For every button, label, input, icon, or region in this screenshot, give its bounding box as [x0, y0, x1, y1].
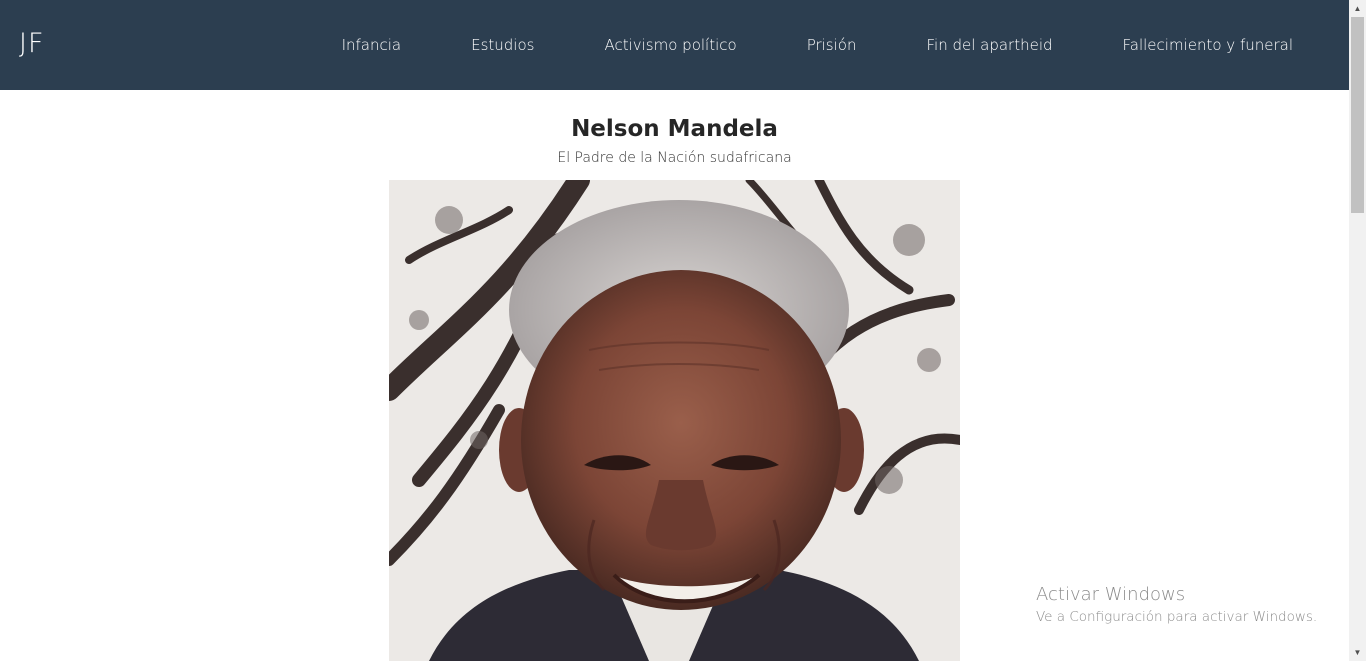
watermark-title: Activar Windows — [1036, 584, 1186, 605]
nav-link-prision[interactable]: Prisión — [772, 36, 892, 54]
nav-link-fallecimiento-y-funeral[interactable]: Fallecimiento y funeral — [1088, 36, 1329, 54]
brand-logo[interactable]: JF — [19, 28, 45, 59]
page-title: Nelson Mandela — [571, 116, 778, 142]
nav-link-fin-del-apartheid[interactable]: Fin del apartheid — [891, 36, 1087, 54]
portrait-image — [389, 180, 960, 661]
watermark-subtitle: Ve a Configuración para activar Windows. — [1036, 609, 1318, 625]
scroll-up-icon[interactable]: ▲ — [1349, 0, 1366, 17]
nav-link-infancia[interactable]: Infancia — [307, 36, 437, 54]
page: JF Infancia Estudios Activismo político … — [0, 0, 1349, 661]
nav-link-estudios[interactable]: Estudios — [436, 36, 569, 54]
page-subtitle: El Padre de la Nación sudafricana — [557, 150, 792, 166]
navbar: JF Infancia Estudios Activismo político … — [0, 0, 1349, 90]
scroll-thumb[interactable] — [1351, 17, 1364, 213]
nav-link-activismo-politico[interactable]: Activismo político — [569, 36, 771, 54]
scroll-down-icon[interactable]: ▼ — [1349, 644, 1366, 661]
nav-links: Infancia Estudios Activismo político Pri… — [307, 0, 1329, 90]
windows-activation-watermark: Activar Windows Ve a Configuración para … — [1036, 584, 1317, 625]
vertical-scrollbar[interactable]: ▲ ▼ — [1349, 0, 1366, 661]
